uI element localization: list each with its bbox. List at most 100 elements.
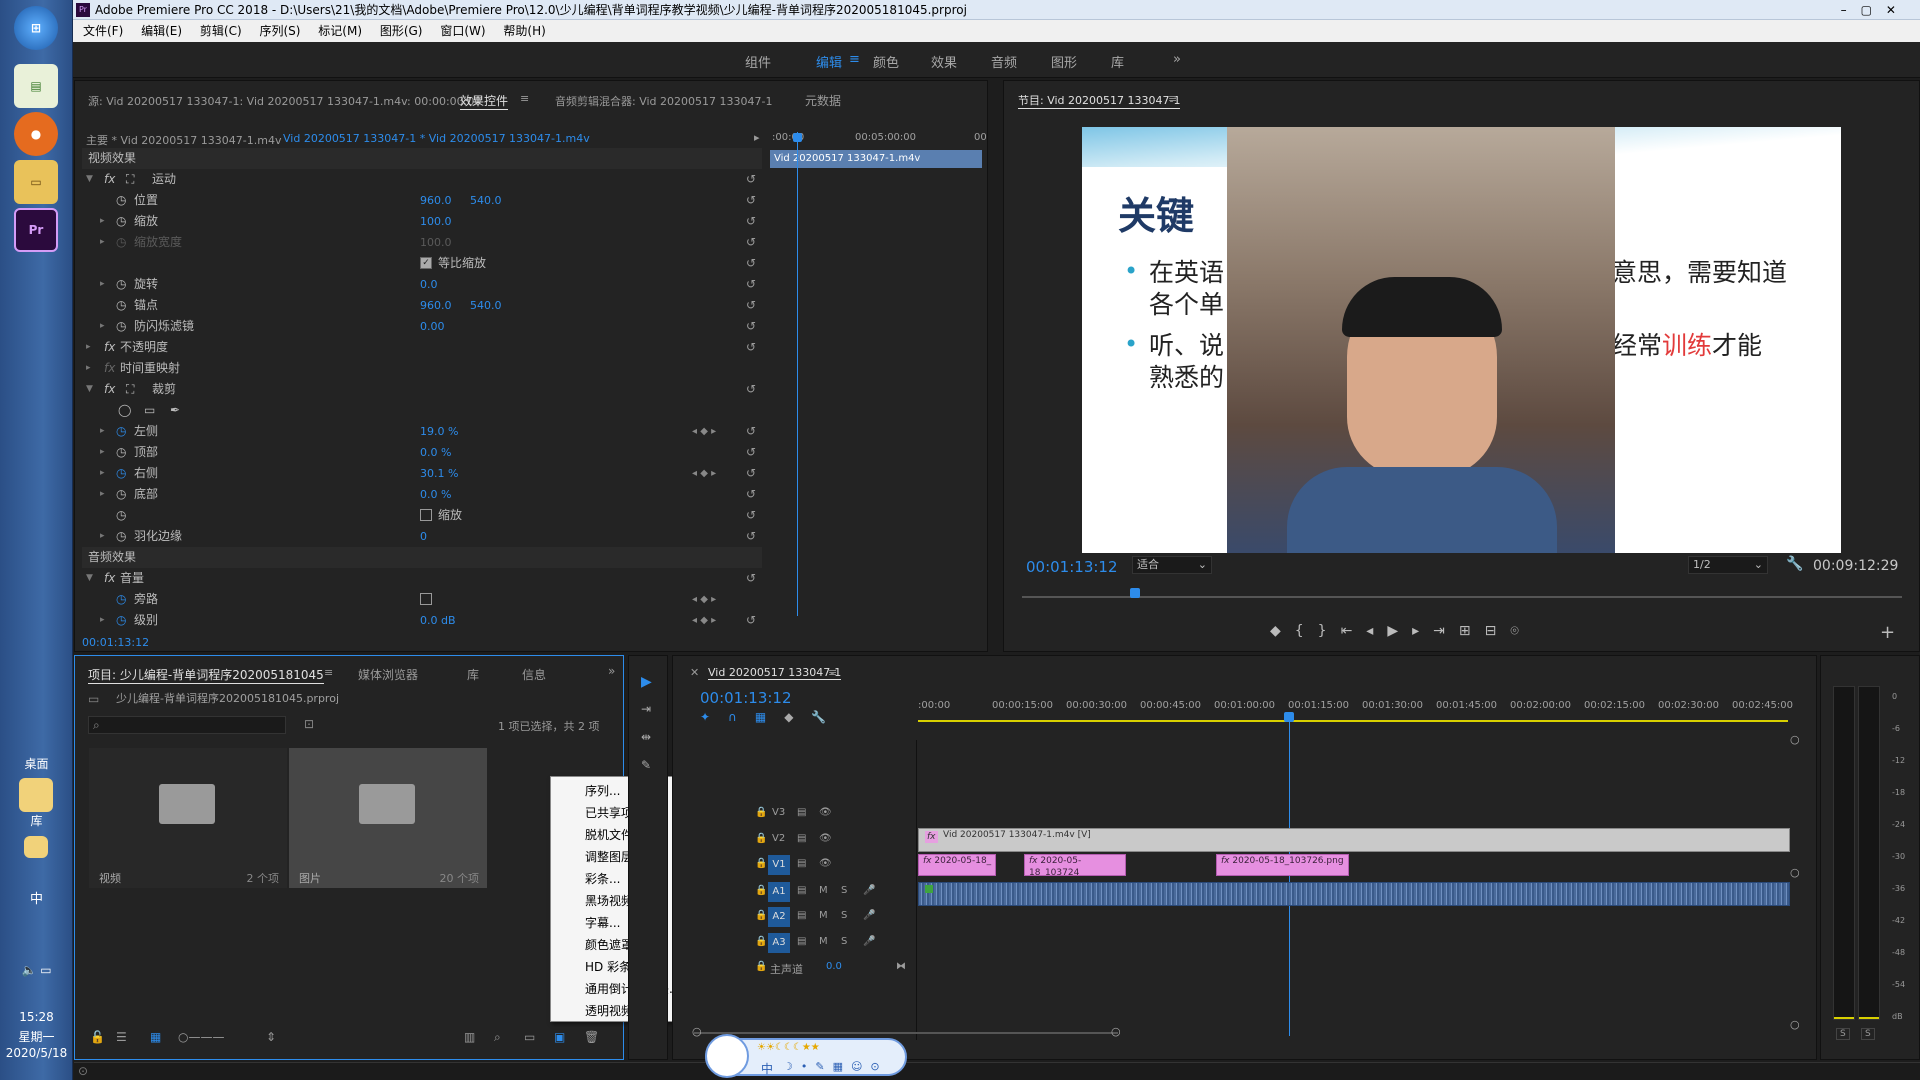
desktop-label[interactable]: 桌面 [0, 755, 73, 772]
zoom-scroll-left[interactable]: ○ [692, 1025, 702, 1038]
menu-graphics[interactable]: 图形(G) [380, 24, 423, 38]
tab-info[interactable]: 信息 [522, 666, 546, 683]
workspace-libraries[interactable]: 库 [1111, 52, 1124, 71]
crop-right-row[interactable]: ▸ ◷ 右侧 30.1 % ◂ ◆ ▸ ↺ [82, 463, 762, 484]
master-clip-label[interactable]: 主要 * Vid 20200517 133047-1.m4v [86, 132, 281, 148]
track-header-a3[interactable]: 🔒 A3 ▤ M S 🎤 [740, 933, 918, 955]
tab-library[interactable]: 库 [467, 666, 479, 683]
timeline-timecode[interactable]: 00:01:13:12 [700, 689, 792, 707]
program-scrub-bar[interactable] [1022, 596, 1902, 598]
feather-value[interactable]: 0 [420, 526, 427, 547]
program-playhead[interactable] [1130, 588, 1140, 598]
clip-v1-image-c[interactable]: fx 2020-05-18_103726.png [1216, 854, 1349, 876]
timeline-tools[interactable]: ✦∩▦◆🔧 [700, 710, 844, 724]
volume-row[interactable]: ▼ fx 音量 ↺ [82, 568, 762, 589]
explorer-icon[interactable]: ▭ [14, 160, 58, 204]
bin-video[interactable]: 视频 2 个项 [89, 748, 287, 888]
resolution-select[interactable]: 1/2 ⌄ [1688, 556, 1768, 574]
folder-small-icon[interactable] [24, 836, 48, 858]
transport-controls[interactable]: ◆{}⇤◂▶▸⇥⊞⊟⌾ [1270, 623, 1533, 639]
crop-bottom-value[interactable]: 0.0 % [420, 484, 451, 505]
project-menu-icon[interactable]: ≡ [324, 666, 333, 679]
menu-marker[interactable]: 标记(M) [318, 24, 362, 38]
folder-icon[interactable] [19, 778, 53, 812]
track-select-tool-icon[interactable]: ⇥ [641, 702, 651, 716]
timeline-scroll-mid[interactable]: ○ [1790, 866, 1800, 879]
tab-metadata[interactable]: 元数据 [805, 92, 841, 109]
selection-tool-icon[interactable]: ▶ [641, 674, 652, 690]
project-search-input[interactable]: ⌕ [88, 716, 286, 734]
workspace-editing[interactable]: 编辑 [816, 52, 842, 71]
solo-left-button[interactable]: S [1836, 1028, 1850, 1040]
tab-media-browser[interactable]: 媒体浏览器 [358, 666, 418, 683]
menu-file[interactable]: 文件(F) [83, 24, 123, 38]
track-header-v2[interactable]: 🔒 V2 ▤ 👁 [740, 830, 918, 852]
premiere-icon[interactable]: Pr [14, 208, 58, 252]
anchor-x-value[interactable]: 960.0 [420, 295, 452, 316]
motion-row[interactable]: ▼ fx ⛶ 运动 ↺ [82, 169, 762, 190]
zoom-slider[interactable]: ○——— [178, 1030, 224, 1044]
menu-help[interactable]: 帮助(H) [503, 24, 545, 38]
ec-timecode[interactable]: 00:01:13:12 [82, 636, 149, 649]
keyframe-nav[interactable]: ◂ ◆ ▸ [692, 421, 716, 442]
track-header-v1[interactable]: 🔒 V1 ▤ 👁 [740, 855, 918, 877]
tab-source[interactable]: 源: Vid 20200517 133047-1: Vid 20200517 1… [88, 93, 481, 109]
crop-left-value[interactable]: 19.0 % [420, 421, 458, 442]
tab-project[interactable]: 项目: 少儿编程-背单词程序202005181045 [88, 666, 324, 684]
track-header-a2[interactable]: 🔒 A2 ▤ M S 🎤 [740, 907, 918, 929]
ellipse-mask-icon[interactable]: ◯ [118, 400, 131, 421]
position-y-value[interactable]: 540.0 [470, 190, 502, 211]
timeline-zoom-scroll[interactable] [694, 1032, 1118, 1034]
app-icon-chart[interactable]: ▤ [14, 64, 58, 108]
bypass-row[interactable]: ◷ 旁路 ◂ ◆ ▸ [82, 589, 762, 610]
menu-sequence[interactable]: 序列(S) [259, 24, 300, 38]
bin-images[interactable]: 图片 20 个项 [289, 748, 487, 888]
uniform-scale-row[interactable]: ✓ 等比缩放 ↺ [82, 253, 762, 274]
ec-playhead-handle[interactable] [793, 133, 802, 142]
firefox-icon[interactable]: ● [14, 112, 58, 156]
anti-flicker-value[interactable]: 0.00 [420, 316, 445, 337]
keyframe-nav[interactable]: ◂ ◆ ▸ [692, 463, 716, 484]
track-header-master[interactable]: 🔒 主声道 0.0 ⧓ [740, 958, 918, 980]
bypass-checkbox[interactable] [420, 593, 432, 605]
workspace-effects[interactable]: 效果 [931, 52, 957, 71]
feather-row[interactable]: ▸ ◷ 羽化边缘 0 ↺ [82, 526, 762, 547]
track-header-v3[interactable]: 🔒 V3 ▤ 👁 [740, 804, 918, 826]
start-button[interactable]: ⊞ [14, 6, 58, 50]
crop-row[interactable]: ▼ fx ⛶ 裁剪 ↺ [82, 379, 762, 400]
crop-zoom-row[interactable]: ◷ 缩放 ↺ [82, 505, 762, 526]
position-x-value[interactable]: 960.0 [420, 190, 452, 211]
timeline-scroll-top[interactable]: ○ [1790, 733, 1800, 746]
sort-icon[interactable]: ⇕ [266, 1030, 276, 1044]
workspace-menu-icon[interactable]: ≡ [849, 52, 860, 67]
ec-playhead[interactable] [797, 132, 798, 616]
tab-audio-clip-mixer[interactable]: 音频剪辑混合器: Vid 20200517 133047-1 [555, 93, 772, 109]
program-menu-icon[interactable]: ≡ [1168, 92, 1177, 105]
razor-tool-icon[interactable]: ✎ [641, 758, 651, 772]
anti-flicker-row[interactable]: ▸ ◷ 防闪烁滤镜 0.00 ↺ [82, 316, 762, 337]
panel-more-icon[interactable]: » [608, 664, 615, 678]
window-controls[interactable]: –▢✕ [1841, 0, 1910, 20]
new-search-bin-icon[interactable]: ⊡ [304, 717, 314, 731]
timeline-scroll-bottom[interactable]: ○ [1790, 1018, 1800, 1031]
library-label[interactable]: 库 [0, 812, 73, 829]
position-row[interactable]: ◷ 位置 960.0 540.0 ↺ [82, 190, 762, 211]
ec-clip-bar[interactable]: Vid 20200517 133047-1.m4v [770, 150, 982, 168]
fit-select[interactable]: 适合 ⌄ [1132, 556, 1212, 574]
ripple-edit-tool-icon[interactable]: ⇹ [641, 730, 651, 744]
tab-sequence[interactable]: Vid 20200517 133047-1 [708, 666, 842, 680]
panel-menu-icon[interactable]: ≡ [520, 92, 529, 105]
tab-effect-controls[interactable]: 效果控件 [460, 92, 509, 110]
anchor-y-value[interactable]: 540.0 [470, 295, 502, 316]
zoom-checkbox[interactable] [420, 509, 432, 521]
timeline-ruler[interactable]: :00:00 00:00:15:00 00:00:30:00 00:00:45:00 0… [918, 700, 1798, 716]
workspace-color[interactable]: 颜色 [873, 52, 899, 71]
ime-indicator[interactable]: 中 [0, 888, 73, 907]
ime-tools[interactable]: ☽•✎▦☺⊙ [783, 1060, 888, 1073]
automate-icon[interactable]: ▥ [464, 1030, 475, 1044]
crop-right-value[interactable]: 30.1 % [420, 463, 458, 484]
crop-top-row[interactable]: ▸ ◷ 顶部 0.0 % ↺ [82, 442, 762, 463]
pen-mask-icon[interactable]: ✒ [170, 400, 180, 421]
sequence-menu-icon[interactable]: ≡ [828, 666, 837, 679]
add-button-icon[interactable]: + [1880, 622, 1895, 643]
